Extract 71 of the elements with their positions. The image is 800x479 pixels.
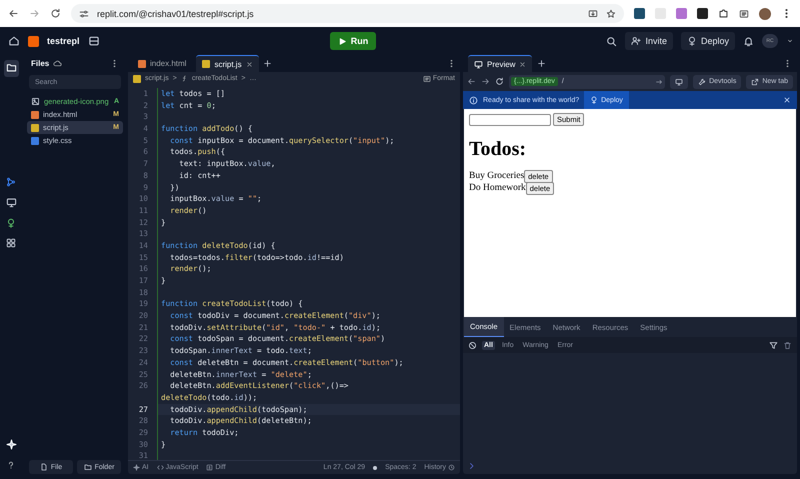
run-button[interactable]: Run bbox=[330, 32, 376, 50]
panel-icon[interactable] bbox=[88, 35, 100, 47]
editor-tab[interactable]: index.html bbox=[132, 55, 192, 72]
js-file-icon bbox=[202, 60, 210, 68]
cloud-icon bbox=[53, 59, 62, 68]
project-name[interactable]: testrepl bbox=[47, 36, 80, 46]
reload-icon[interactable] bbox=[50, 8, 61, 19]
info-icon bbox=[469, 96, 478, 104]
home-icon[interactable] bbox=[8, 35, 20, 47]
clear-console-icon[interactable] bbox=[468, 340, 477, 350]
close-icon[interactable] bbox=[246, 60, 253, 68]
format-icon bbox=[422, 74, 431, 82]
profile-avatar[interactable] bbox=[759, 8, 771, 20]
diff-icon bbox=[206, 464, 214, 471]
help-icon[interactable] bbox=[6, 460, 16, 470]
monitor-icon[interactable] bbox=[6, 197, 16, 208]
back-icon[interactable] bbox=[8, 8, 19, 19]
image-file-icon bbox=[31, 97, 40, 106]
back-icon[interactable] bbox=[467, 77, 476, 86]
search-icon[interactable] bbox=[606, 36, 618, 46]
todo-input-field[interactable] bbox=[469, 114, 551, 126]
css-file-icon bbox=[31, 136, 39, 144]
filter-icon[interactable] bbox=[769, 340, 778, 350]
grid-icon[interactable] bbox=[6, 238, 16, 248]
files-title: Files bbox=[31, 59, 50, 68]
play-icon bbox=[338, 36, 347, 46]
go-arrow-icon[interactable] bbox=[655, 78, 664, 86]
language-icon bbox=[156, 464, 164, 471]
js-file-icon bbox=[31, 124, 39, 132]
function-icon bbox=[180, 75, 188, 82]
add-tab-icon[interactable] bbox=[537, 59, 546, 68]
device-button[interactable] bbox=[670, 74, 688, 88]
bell-icon[interactable] bbox=[743, 36, 754, 46]
deploy-button[interactable]: Deploy bbox=[681, 32, 736, 50]
files-icon[interactable] bbox=[6, 62, 16, 73]
extension-icon[interactable] bbox=[697, 8, 708, 19]
person-plus-icon bbox=[631, 36, 642, 46]
sparkle-icon[interactable] bbox=[6, 438, 16, 450]
prompt-icon[interactable] bbox=[468, 462, 476, 470]
file-plus-icon bbox=[40, 463, 48, 471]
trash-icon[interactable] bbox=[783, 340, 792, 350]
extension-icon[interactable] bbox=[634, 8, 645, 19]
todos-heading: Todos: bbox=[469, 138, 528, 161]
install-icon[interactable] bbox=[588, 8, 598, 18]
caret-icon[interactable] bbox=[786, 37, 794, 45]
html-file-icon bbox=[31, 110, 39, 118]
close-icon[interactable] bbox=[519, 60, 526, 68]
preview-tab[interactable]: Preview bbox=[468, 55, 532, 72]
site-settings-icon[interactable] bbox=[79, 8, 89, 18]
todo-text: Do Homework bbox=[469, 183, 526, 193]
html-file-icon bbox=[138, 60, 146, 68]
puzzle-icon[interactable] bbox=[718, 8, 729, 19]
forward-icon[interactable] bbox=[481, 77, 490, 86]
clock-icon bbox=[448, 464, 455, 471]
folder-plus-icon bbox=[84, 463, 92, 471]
add-tab-icon[interactable] bbox=[262, 59, 272, 68]
todo-text: Buy Groceries bbox=[469, 171, 524, 181]
wrench-icon bbox=[698, 78, 706, 86]
bookmark-star-icon[interactable] bbox=[606, 8, 616, 18]
monitor-icon bbox=[675, 78, 684, 86]
ai-icon bbox=[133, 464, 140, 471]
status-dot-icon bbox=[373, 466, 378, 470]
editor-tab[interactable]: script.js bbox=[196, 55, 259, 72]
monitor-icon bbox=[474, 60, 483, 68]
project-icon bbox=[28, 36, 39, 46]
git-branch-icon[interactable] bbox=[6, 177, 16, 188]
address-bar[interactable]: replit.com/@crishav01/testrepl#script.js bbox=[71, 4, 624, 23]
external-link-icon bbox=[751, 78, 760, 86]
url-text: replit.com/@crishav01/testrepl#script.js bbox=[97, 8, 255, 18]
js-file-icon bbox=[133, 74, 141, 82]
invite-button[interactable]: Invite bbox=[625, 32, 673, 50]
